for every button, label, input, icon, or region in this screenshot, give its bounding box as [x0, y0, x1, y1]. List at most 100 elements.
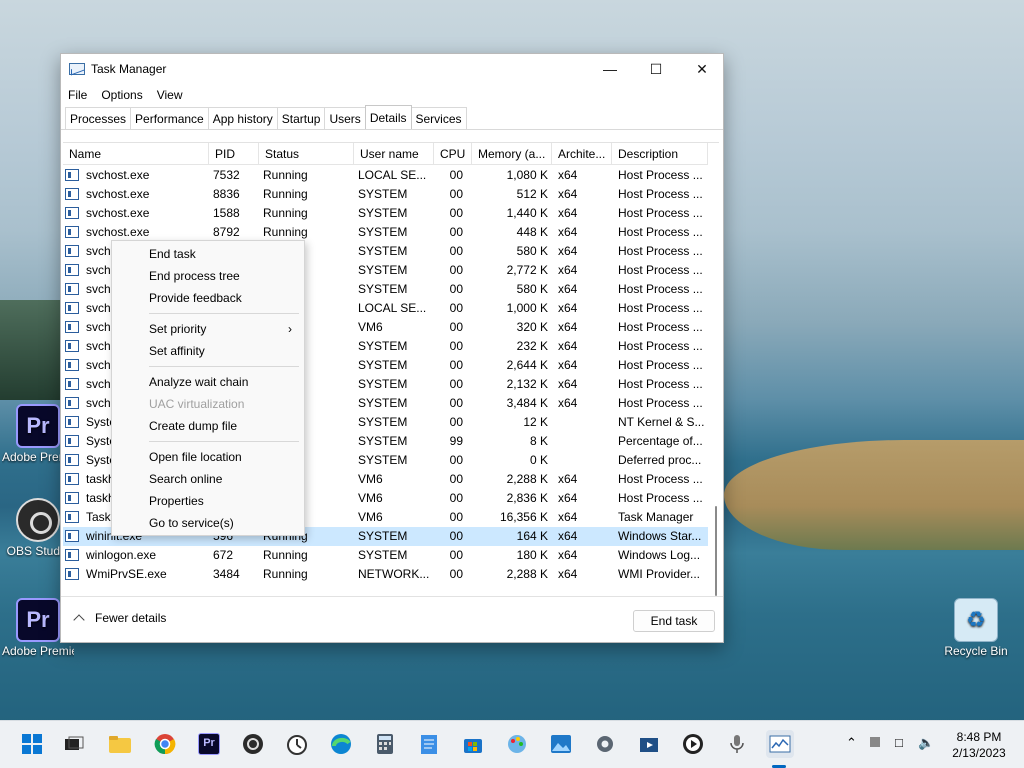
obs-taskbar-button[interactable]	[239, 730, 267, 758]
cell-mem: 320 K	[516, 320, 548, 334]
tab-processes[interactable]: Processes	[65, 107, 132, 129]
cell-cpu: 00	[449, 491, 463, 505]
column-header-cpu[interactable]: CPU	[434, 143, 472, 165]
table-row[interactable]: svchost.exe 7532 Running LOCAL SE... 00 1,080…	[63, 166, 708, 185]
menu-item-end-process-tree[interactable]: End process tree	[112, 265, 304, 287]
desktop-icon-label: Adobe Premiere P	[2, 644, 74, 658]
volume-button[interactable]: 🔈	[918, 735, 934, 751]
column-header-user[interactable]: User name	[354, 143, 434, 165]
taskbar-clock[interactable]: 8:48 PM 2/13/2023	[944, 729, 1014, 761]
store-button[interactable]	[459, 730, 487, 758]
show-hidden-icons-button[interactable]: ⌃	[846, 735, 857, 751]
cell-desc: Host Process ...	[618, 358, 703, 372]
column-header-name[interactable]: Name	[63, 143, 209, 165]
cell-status: Running	[263, 206, 308, 220]
cell-status: Running	[263, 187, 308, 201]
table-row[interactable]: svchost.exe 8836 Running SYSTEM 00 512 K x64 Ho…	[63, 185, 708, 204]
menu-item-open-file-location[interactable]: Open file location	[112, 446, 304, 468]
menu-options[interactable]: Options	[94, 88, 149, 102]
tab-details[interactable]: Details	[364, 105, 412, 129]
tab-users[interactable]: Users	[324, 107, 366, 129]
cell-cpu: 00	[449, 567, 463, 581]
calculator-icon	[377, 734, 393, 754]
notepad-button[interactable]	[415, 730, 443, 758]
menu-item-end-task[interactable]: End task	[112, 243, 304, 265]
end-task-button[interactable]: End task	[633, 610, 715, 632]
cell-pid: 7532	[213, 168, 240, 182]
task-manager-taskbar-button[interactable]	[766, 730, 794, 758]
menu-item-provide-feedback[interactable]: Provide feedback	[112, 287, 304, 309]
menu-item-label: Create dump file	[149, 419, 238, 433]
tab-startup[interactable]: Startup	[276, 107, 326, 129]
settings-button[interactable]	[591, 730, 619, 758]
start-button[interactable]	[18, 730, 46, 758]
column-header-pid[interactable]: PID	[209, 143, 259, 165]
cell-arch: x64	[558, 320, 578, 334]
column-header-memory[interactable]: Memory (a...	[472, 143, 552, 165]
player-button[interactable]	[679, 730, 707, 758]
task-view-button[interactable]	[60, 730, 88, 758]
cell-user: SYSTEM	[358, 263, 408, 277]
table-row[interactable]: winlogon.exe 672 Running SYSTEM 00 180 K x64 Wi…	[63, 546, 708, 565]
microphone-button[interactable]	[723, 730, 751, 758]
menu-item-properties[interactable]: Properties	[112, 490, 304, 512]
menu-item-label: Go to service(s)	[149, 516, 234, 530]
cell-arch: x64	[558, 244, 578, 258]
network-button[interactable]: □	[895, 735, 903, 750]
task-manager-icon	[769, 735, 791, 753]
fewer-details-toggle[interactable]: Fewer details	[71, 611, 166, 626]
cell-arch	[554, 451, 604, 470]
maximize-button[interactable]: ☐	[633, 54, 679, 84]
edge-button[interactable]	[327, 730, 355, 758]
menu-item-search-online[interactable]: Search online	[112, 468, 304, 490]
menu-item-set-priority[interactable]: Set priority ›	[112, 318, 304, 340]
cell-mem: 448 K	[516, 225, 548, 239]
menu-item-create-dump-file[interactable]: Create dump file	[112, 415, 304, 437]
cell-user: LOCAL SE...	[358, 168, 427, 182]
minimize-button[interactable]: —	[587, 54, 633, 84]
calculator-button[interactable]	[371, 730, 399, 758]
desktop-icon-recycle-bin[interactable]: ♻ Recycle Bin	[938, 598, 1014, 658]
tab-performance[interactable]: Performance	[130, 107, 209, 129]
table-row[interactable]: svchost.exe 1588 Running SYSTEM 00 1,440 K x64…	[63, 204, 708, 223]
cell-arch: x64	[558, 529, 578, 543]
cell-user: SYSTEM	[358, 358, 408, 372]
close-button[interactable]: ✕	[679, 54, 725, 84]
menu-item-go-to-service-s[interactable]: Go to service(s)	[112, 512, 304, 534]
premiere-taskbar-button[interactable]: Pr	[195, 730, 223, 758]
tray-app-icon[interactable]	[870, 735, 880, 750]
menu-item-uac-virtualization: UAC virtualization	[112, 393, 304, 415]
vertical-scrollbar[interactable]	[713, 166, 719, 596]
cell-user: SYSTEM	[358, 548, 408, 562]
column-header-status[interactable]: Status	[259, 143, 354, 165]
menu-item-analyze-wait-chain[interactable]: Analyze wait chain	[112, 371, 304, 393]
cell-arch	[554, 432, 604, 451]
tab-services[interactable]: Services	[410, 107, 467, 129]
cell-cpu: 00	[449, 377, 463, 391]
clock-app-button[interactable]	[283, 730, 311, 758]
table-row[interactable]: WmiPrvSE.exe 3484 Running NETWORK... 00 2,288…	[63, 565, 708, 584]
menu-file[interactable]: File	[61, 88, 94, 102]
media-button[interactable]	[635, 730, 663, 758]
scrollbar-thumb[interactable]	[715, 506, 717, 596]
cell-desc: Host Process ...	[618, 320, 703, 334]
cell-mem: 580 K	[516, 282, 548, 296]
title-bar[interactable]: Task Manager — ☐ ✕	[61, 54, 723, 84]
cell-cpu: 00	[449, 453, 463, 467]
cell-mem: 2,644 K	[506, 358, 548, 372]
file-explorer-button[interactable]	[106, 730, 134, 758]
photos-button[interactable]	[547, 730, 575, 758]
tab-app-history[interactable]: App history	[207, 107, 278, 129]
chrome-button[interactable]	[151, 730, 179, 758]
cell-desc: Host Process ...	[618, 377, 703, 391]
cell-user: SYSTEM	[358, 453, 408, 467]
column-header-description[interactable]: Description	[612, 143, 708, 165]
cell-cpu: 00	[449, 396, 463, 410]
cell-name: WmiPrvSE.exe	[86, 567, 167, 581]
cell-user: SYSTEM	[358, 415, 408, 429]
menu-view[interactable]: View	[150, 88, 190, 102]
column-header-architecture[interactable]: Archite...	[552, 143, 612, 165]
paint-button[interactable]	[503, 730, 531, 758]
menu-item-set-affinity[interactable]: Set affinity	[112, 340, 304, 362]
cell-arch	[554, 413, 604, 432]
